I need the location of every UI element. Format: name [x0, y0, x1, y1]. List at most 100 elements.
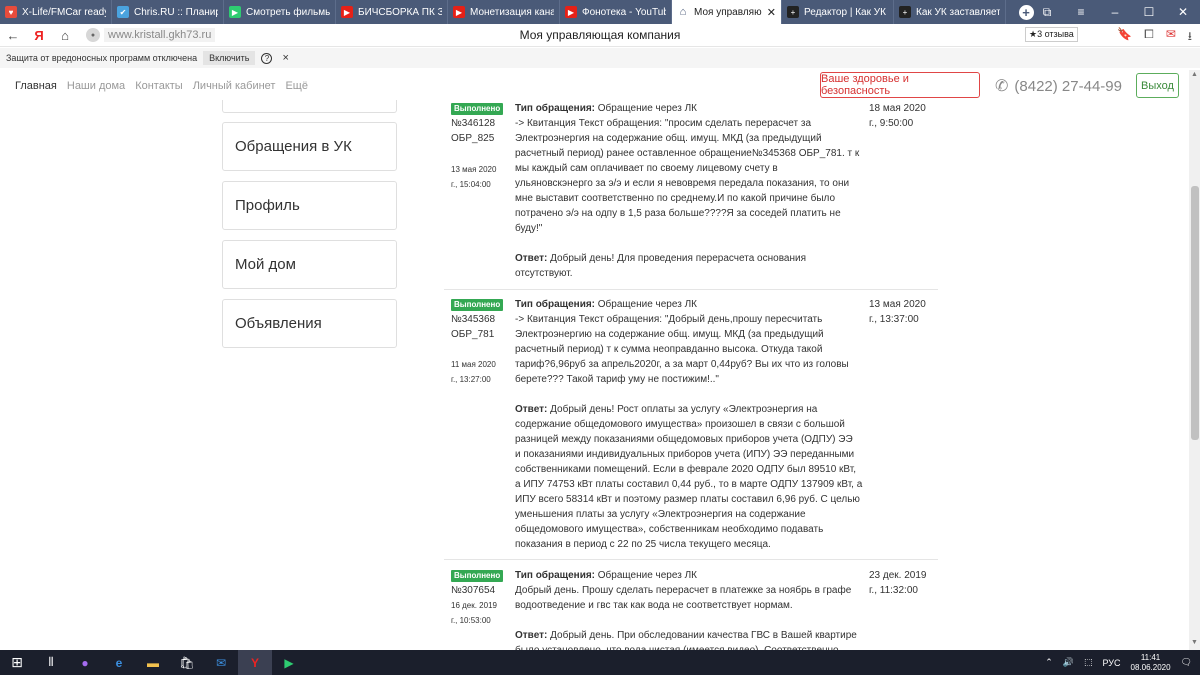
request-text-line: мы каждый сам оплачивает по своему лицев… [515, 163, 778, 174]
answer-label: Ответ: [515, 253, 548, 264]
request-created-date: 16 дек. 2019 [451, 601, 497, 610]
file-explorer-icon[interactable]: ▬ [136, 650, 170, 675]
tab-title: Моя управляющая [694, 6, 762, 18]
sidebar-item-appeals[interactable]: Обращения в УК [222, 122, 397, 171]
request-item: Выполнено №346128 ОБР_825 13 мая 2020 г.… [444, 100, 938, 290]
enable-protection-button[interactable]: Включить [203, 51, 256, 65]
tabs-list-icon[interactable]: ⧉ [1030, 0, 1064, 24]
request-date: 18 мая 2020 [869, 103, 926, 114]
windows-start-icon[interactable]: ⊞ [0, 650, 34, 675]
help-icon[interactable]: ? [261, 52, 273, 64]
tab-title: Смотреть фильмы онлайн [246, 6, 330, 18]
exit-button[interactable]: Выход [1136, 73, 1179, 98]
status-badge: Выполнено [451, 570, 504, 582]
request-created-date: 11 мая 2020 [451, 360, 496, 369]
answer-line: и показаниями индивидуальных приборов уч… [515, 449, 855, 460]
taskbar: ⊞ ⫴ ● e ▬ 🛍 ✉ Y ▶ [0, 650, 1200, 675]
yandex-logo-icon[interactable]: Я [26, 28, 52, 43]
url-field[interactable]: www.kristall.gkh73.ru [104, 28, 216, 42]
tab-4[interactable]: ▶ Монетизация канала [448, 0, 560, 24]
system-tray: ⌃ 🔊 ⬚ РУС 11:41 08.06.2020 🗨 [1045, 650, 1192, 675]
sidebar-item-previous[interactable] [222, 100, 397, 113]
request-body: Тип обращения: Обращение через ЛК -> Кви… [515, 101, 859, 281]
extensions-icon[interactable]: ⧠ [1144, 27, 1154, 48]
back-arrow-icon[interactable]: ← [0, 28, 26, 43]
reviews-badge[interactable]: ★3 отзыва [1025, 27, 1078, 42]
edge-icon[interactable]: e [102, 650, 136, 675]
download-icon[interactable]: ⭳ [1188, 27, 1192, 48]
request-created-time: г., 10:53:00 [451, 616, 491, 625]
media-app-icon[interactable]: ▶ [272, 650, 306, 675]
menu-icon[interactable]: ≡ [1064, 0, 1098, 24]
health-safety-button[interactable]: Ваше здоровье и безопасность [820, 72, 980, 98]
scroll-down-icon[interactable]: ▼ [1189, 639, 1200, 649]
request-text-line: потрачено э/э на одпу в 1,5 раза больше?… [515, 208, 841, 219]
browser-tab-bar: ♥ X-Life/FMCar ready Air ✔ Chris.RU :: План… [0, 0, 1200, 24]
requests-list: Выполнено №346128 ОБР_825 13 мая 2020 г.… [444, 100, 938, 660]
plus-square-icon: + [899, 6, 911, 18]
nav-our-houses[interactable]: Наши дома [67, 80, 125, 92]
type-label: Тип обращения: [515, 299, 595, 310]
alice-icon[interactable]: ● [68, 650, 102, 675]
notifications-icon[interactable]: 🗨 [1181, 657, 1192, 668]
request-text-line: водоотведение и гвс так как вода не соот… [515, 600, 793, 611]
minimize-icon[interactable]: – [1098, 0, 1132, 24]
yandex-browser-icon[interactable]: Y [238, 650, 272, 675]
tab-8[interactable]: + Как УК заставляет плат [894, 0, 1006, 24]
request-number[interactable]: №307654 [451, 583, 495, 598]
task-view-icon[interactable]: ⫴ [34, 650, 68, 675]
phone[interactable]: ✆ (8422) 27-44-99 [995, 76, 1122, 96]
nav-personal-account[interactable]: Личный кабинет [193, 80, 276, 92]
status-badge: Выполнено [451, 103, 504, 115]
tab-5[interactable]: ▶ Фонотека - YouTube [560, 0, 672, 24]
request-type: Тип обращения: Обращение через ЛК [515, 101, 859, 116]
protect-icon[interactable]: ⌂ [52, 28, 78, 43]
tab-7[interactable]: + Редактор | Как УК застав [782, 0, 894, 24]
sidebar-item-announcements[interactable]: Объявления [222, 299, 397, 348]
sidebar-item-profile[interactable]: Профиль [222, 181, 397, 230]
tab-title: Chris.RU :: Планирование [134, 6, 218, 18]
scroll-up-icon[interactable]: ▲ [1189, 71, 1200, 81]
tab-6[interactable]: ⌂ Моя управляющая ✕ [672, 0, 782, 24]
tray-expand-icon[interactable]: ⌃ [1045, 657, 1053, 668]
tab-title: Монетизация канала [470, 6, 554, 18]
address-bar: ← Я ⌂ ● www.kristall.gkh73.ru [0, 24, 1200, 47]
tab-1[interactable]: ✔ Chris.RU :: Планирование [112, 0, 224, 24]
tab-0[interactable]: ♥ X-Life/FMCar ready Air [0, 0, 112, 24]
answer-label: Ответ: [515, 630, 548, 641]
request-text-line: -> Квитанция Текст обращения: "Добрый де… [515, 314, 823, 325]
clock[interactable]: 11:41 08.06.2020 [1131, 653, 1171, 673]
tab-3[interactable]: ▶ БИЧСБОРКА ПК ЗА 10 [336, 0, 448, 24]
store-icon[interactable]: 🛍 [170, 650, 204, 675]
answer-text: Добрый день! Для проведения перерасчета … [550, 253, 806, 264]
language-indicator[interactable]: РУС [1102, 658, 1120, 668]
nav-contacts[interactable]: Контакты [135, 80, 183, 92]
type-label: Тип обращения: [515, 570, 595, 581]
network-icon[interactable]: ⬚ [1084, 657, 1093, 668]
request-number[interactable]: №345368 [451, 312, 495, 327]
sidebar-item-label: Профиль [235, 197, 300, 214]
maximize-icon[interactable]: ☐ [1132, 0, 1166, 24]
sidebar-item-my-house[interactable]: Мой дом [222, 240, 397, 289]
request-date: 23 дек. 2019 [869, 570, 927, 581]
close-tab-icon[interactable]: ✕ [767, 6, 776, 19]
request-number[interactable]: №346128 [451, 116, 495, 131]
request-text-line: расчетный период) т к сумма неоправданно… [515, 344, 823, 355]
close-notice-icon[interactable]: × [282, 52, 288, 64]
request-code: ОБР_781 [451, 329, 495, 340]
scrollbar-thumb[interactable] [1191, 186, 1199, 440]
tab-2[interactable]: ▶ Смотреть фильмы онлайн [224, 0, 336, 24]
tab-title: Редактор | Как УК застав [804, 6, 888, 18]
request-body: Тип обращения: Обращение через ЛК Добрый… [515, 568, 859, 658]
type-label: Тип обращения: [515, 103, 595, 114]
nav-more[interactable]: Ещё [285, 80, 308, 92]
request-text-line: Добрый день. Прошу сделать перерасчет в … [515, 585, 852, 596]
bookmark-icon[interactable]: 🔖 [1117, 27, 1132, 48]
volume-icon[interactable]: 🔊 [1063, 657, 1074, 668]
mail-icon[interactable]: ✉ [1166, 27, 1176, 48]
close-window-icon[interactable]: ✕ [1166, 0, 1200, 24]
lock-icon[interactable]: ● [86, 28, 100, 42]
nav-home[interactable]: Главная [15, 80, 57, 92]
answer-line: отсутствуют. [515, 268, 573, 279]
mail-app-icon[interactable]: ✉ [204, 650, 238, 675]
